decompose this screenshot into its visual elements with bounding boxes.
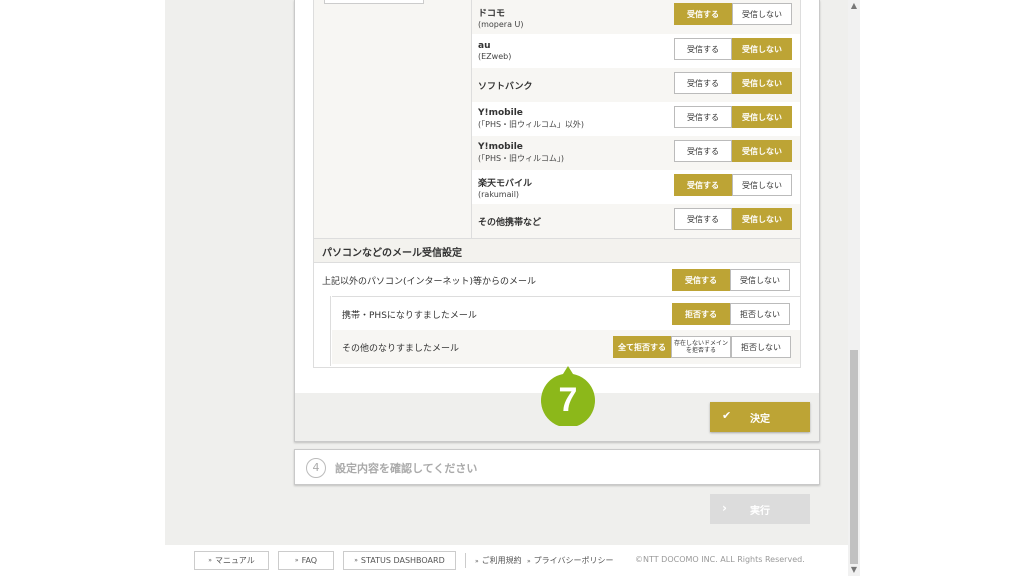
carrier-name: Y!mobile xyxy=(478,108,523,118)
badge-number: 7 xyxy=(559,381,578,419)
spoof-mobile-no-reject-button[interactable]: 拒否しない xyxy=(730,303,790,325)
spoof-other-reject-all-button[interactable]: 全て拒否する xyxy=(613,336,671,358)
pc-section-title: パソコンなどのメール受信設定 xyxy=(322,248,462,259)
execute-label: 実行 xyxy=(750,505,770,517)
manual-label: マニュアル xyxy=(214,556,255,565)
pc-receive-button[interactable]: 受信する xyxy=(672,269,730,291)
page-background-left xyxy=(0,0,165,576)
carrier-name: その他携帯など xyxy=(478,217,542,228)
carrier-name: Y!mobile xyxy=(478,142,523,152)
indent-line xyxy=(330,296,331,366)
decide-button[interactable]: ✔ 決定 xyxy=(710,402,810,432)
other-receive-button[interactable]: 受信する xyxy=(674,208,732,230)
carrier-sub: (EZweb) xyxy=(478,52,512,61)
status-dashboard-link[interactable]: » STATUS DASHBOARD xyxy=(343,551,456,570)
carrier-row-softbank: ソフトバンク 受信する 受信しない xyxy=(472,68,800,102)
carrier-row-ymobile-1: Y!mobile (「PHS・旧ウィルコム」以外) 受信する 受信しない xyxy=(472,102,800,136)
terms-label: ご利用規約 xyxy=(481,556,522,565)
faq-link[interactable]: » FAQ xyxy=(278,551,334,570)
scroll-down-icon[interactable]: ▼ xyxy=(848,564,860,576)
scrollbar[interactable]: ▲ ▼ xyxy=(848,0,860,576)
au-no-receive-button[interactable]: 受信しない xyxy=(732,38,792,60)
carrier-sub: (mopera U) xyxy=(478,19,524,29)
spoof-other-row: その他のなりすましたメール 全て拒否する 存在しないドメイン を拒否する 拒否し… xyxy=(332,330,800,364)
step-4-text: 設定内容を確認してください xyxy=(335,462,478,475)
scroll-up-icon[interactable]: ▲ xyxy=(848,0,860,12)
softbank-receive-button[interactable]: 受信する xyxy=(674,72,732,94)
decide-label: 決定 xyxy=(750,413,770,425)
au-receive-button[interactable]: 受信する xyxy=(674,38,732,60)
carrier-row-au: au (EZweb) 受信する 受信しない xyxy=(472,34,800,68)
terms-link[interactable]: » ご利用規約 xyxy=(475,555,522,566)
softbank-no-receive-button[interactable]: 受信しない xyxy=(732,72,792,94)
pc-mail-label: 上記以外のパソコン(インターネット)等からのメール xyxy=(322,276,537,287)
carrier-sub: (「PHS・旧ウィルコム」) xyxy=(478,154,564,163)
settings-table: ドコモ (mopera U) 受信する 受信しない au (EZweb) 受信する … xyxy=(313,0,801,368)
step-4-number: 4 xyxy=(306,458,326,478)
copyright: ©NTT DOCOMO INC. ALL Rights Reserved. xyxy=(635,555,805,564)
carrier-sub: (「PHS・旧ウィルコム」以外) xyxy=(478,120,584,129)
carrier-row-ymobile-2: Y!mobile (「PHS・旧ウィルコム」) 受信する 受信しない xyxy=(472,136,800,170)
category-column xyxy=(314,0,472,238)
manual-link[interactable]: » マニュアル xyxy=(194,551,269,570)
ymobile2-receive-button[interactable]: 受信する xyxy=(674,140,732,162)
pc-section-header: パソコンなどのメール受信設定 xyxy=(314,238,800,262)
spoof-other-label: その他のなりすましたメール xyxy=(342,343,460,354)
carrier-name: ドコモ xyxy=(478,8,506,19)
category-box xyxy=(324,0,424,4)
spoof-other-reject-domain-button[interactable]: 存在しないドメイン を拒否する xyxy=(671,336,731,358)
scroll-thumb[interactable] xyxy=(850,350,858,564)
step-4-panel: 4 設定内容を確認してください xyxy=(294,449,820,485)
domain-line-1: 存在しないドメイン xyxy=(673,340,728,347)
carrier-row-other: その他携帯など 受信する 受信しない xyxy=(472,204,800,238)
step-7-badge: 7 xyxy=(541,366,595,426)
spoof-other-no-reject-button[interactable]: 拒否しない xyxy=(731,336,791,358)
docomo-no-receive-button[interactable]: 受信しない xyxy=(732,3,792,25)
pc-mail-row: 上記以外のパソコン(インターネット)等からのメール 受信する 受信しない xyxy=(314,262,800,296)
spoof-mobile-reject-button[interactable]: 拒否する xyxy=(672,303,730,325)
docomo-receive-button[interactable]: 受信する xyxy=(674,3,732,25)
carrier-name: 楽天モバイル xyxy=(478,178,533,189)
chevron-right-icon: › xyxy=(722,501,727,515)
carrier-name: au xyxy=(478,41,491,51)
spoof-mobile-row: 携帯・PHSになりすましたメール 拒否する 拒否しない xyxy=(332,296,800,330)
privacy-link[interactable]: » プライバシーポリシー xyxy=(527,555,614,566)
spoof-mobile-label: 携帯・PHSになりすましたメール xyxy=(342,310,477,321)
carrier-row-docomo: ドコモ (mopera U) 受信する 受信しない xyxy=(472,0,800,34)
pc-no-receive-button[interactable]: 受信しない xyxy=(730,269,790,291)
check-icon: ✔ xyxy=(722,409,732,422)
carrier-row-rakuten: 楽天モバイル (rakumail) 受信する 受信しない xyxy=(472,170,800,204)
privacy-label: プライバシーポリシー xyxy=(533,556,614,565)
status-label: STATUS DASHBOARD xyxy=(360,556,445,565)
domain-line-2: を拒否する xyxy=(685,347,716,354)
rakuten-no-receive-button[interactable]: 受信しない xyxy=(732,174,792,196)
faq-label: FAQ xyxy=(301,556,318,565)
execute-button[interactable]: › 実行 xyxy=(710,494,810,524)
carrier-sub: (rakumail) xyxy=(478,189,520,199)
page-background-right xyxy=(860,0,1024,576)
carrier-name: ソフトバンク xyxy=(478,81,533,92)
ymobile1-receive-button[interactable]: 受信する xyxy=(674,106,732,128)
footer-separator xyxy=(465,553,466,568)
ymobile1-no-receive-button[interactable]: 受信しない xyxy=(732,106,792,128)
other-no-receive-button[interactable]: 受信しない xyxy=(732,208,792,230)
ymobile2-no-receive-button[interactable]: 受信しない xyxy=(732,140,792,162)
footer: » マニュアル » FAQ » STATUS DASHBOARD » ご利用規約 » プラ… xyxy=(165,545,848,576)
rakuten-receive-button[interactable]: 受信する xyxy=(674,174,732,196)
